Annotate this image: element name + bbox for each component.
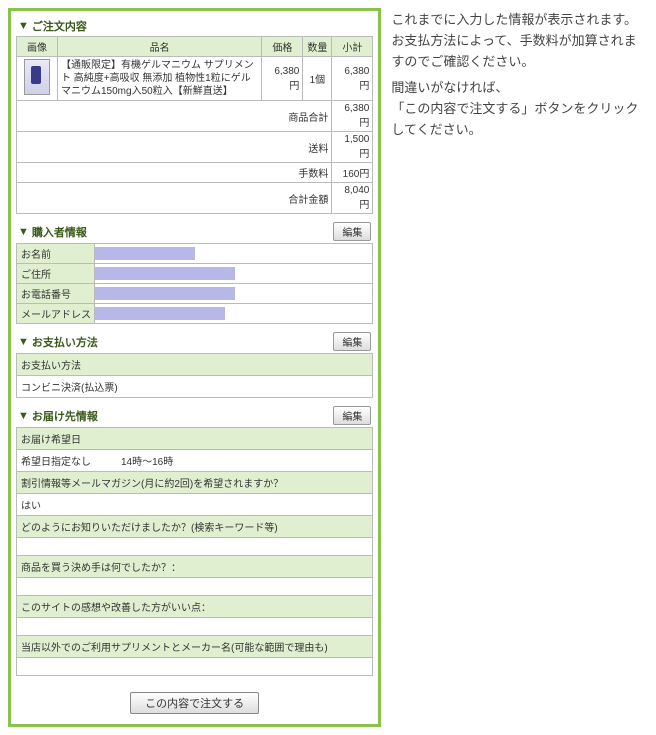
payment-label: お支払い方法	[17, 354, 373, 376]
product-subtotal: 6,380円	[332, 57, 373, 101]
total-value: 8,040円	[332, 183, 373, 214]
buyer-label: お電話番号	[17, 284, 95, 304]
delivery-a4	[17, 618, 373, 636]
delivery-q4: このサイトの感想や改善した方がいい点：	[17, 596, 373, 618]
col-qty: 数量	[303, 37, 332, 57]
submit-row: この内容で注文する	[16, 682, 373, 714]
edit-payment-button[interactable]: 編集	[333, 332, 371, 351]
buyer-label: ご住所	[17, 264, 95, 284]
product-price: 6,380円	[262, 57, 303, 101]
col-name: 品名	[58, 37, 262, 57]
buyer-section: ▼購入者情報 編集 お名前 ご住所 お電話番号 メールアドレス	[16, 220, 373, 324]
delivery-section-title: お届け先情報	[32, 408, 98, 424]
side-p2: お支払方法によって、手数料が加算されますのでご確認ください。	[391, 31, 648, 73]
delivery-q5: 当店以外でのご利用サプリメントとメーカー名(可能な範囲で理由も)	[17, 636, 373, 658]
side-p1: これまでに入力した情報が表示されます。	[391, 10, 648, 31]
delivery-q2: どのようにお知りいただけましたか？(検索キーワード等)	[17, 516, 373, 538]
total-label: 送料	[17, 132, 332, 163]
total-label: 手数料	[17, 163, 332, 183]
masked-value	[95, 287, 235, 300]
delivery-a5	[17, 658, 373, 676]
payment-section: ▼お支払い方法編集 お支払い方法 コンビニ決済(払込票)	[16, 330, 373, 398]
side-p3: 間違いがなければ、	[391, 78, 648, 99]
col-image: 画像	[17, 37, 58, 57]
order-confirm-panel: ▼ご注文内容 画像 品名 価格 数量 小計 【通販限定】有機ゲルマニウム サプリ…	[8, 8, 381, 727]
table-row: 【通販限定】有機ゲルマニウム サプリメント 高純度+高吸収 無添加 植物性1粒に…	[17, 57, 373, 101]
payment-section-title: お支払い方法	[32, 334, 98, 350]
side-help: これまでに入力した情報が表示されます。 お支払方法によって、手数料が加算されます…	[391, 8, 648, 727]
delivery-date-label: お届け希望日	[17, 428, 373, 450]
order-section: ▼ご注文内容 画像 品名 価格 数量 小計 【通販限定】有機ゲルマニウム サプリ…	[16, 16, 373, 214]
submit-order-button[interactable]: この内容で注文する	[130, 692, 259, 714]
product-thumb	[24, 59, 50, 95]
buyer-table: お名前 ご住所 お電話番号 メールアドレス	[16, 243, 373, 324]
col-subtotal: 小計	[332, 37, 373, 57]
edit-delivery-button[interactable]: 編集	[333, 406, 371, 425]
product-name: 【通販限定】有機ゲルマニウム サプリメント 高純度+高吸収 無添加 植物性1粒に…	[58, 57, 262, 101]
col-price: 価格	[262, 37, 303, 57]
order-table: 画像 品名 価格 数量 小計 【通販限定】有機ゲルマニウム サプリメント 高純度…	[16, 36, 373, 214]
triangle-icon: ▼	[18, 410, 29, 422]
buyer-section-title: 購入者情報	[32, 224, 87, 240]
triangle-icon: ▼	[18, 226, 29, 238]
payment-table: お支払い方法 コンビニ決済(払込票)	[16, 353, 373, 398]
delivery-a2	[17, 538, 373, 556]
total-value: 6,380円	[332, 101, 373, 132]
total-value: 160円	[332, 163, 373, 183]
delivery-a3	[17, 578, 373, 596]
delivery-section: ▼お届け先情報 編集 お届け希望日 希望日指定なし 14時～16時 割引情報等メー…	[16, 404, 373, 676]
buyer-label: お名前	[17, 244, 95, 264]
delivery-table: お届け希望日 希望日指定なし 14時～16時 割引情報等メールマガジン(月に約2…	[16, 427, 373, 676]
product-qty: 1個	[303, 57, 332, 101]
total-value: 1,500円	[332, 132, 373, 163]
triangle-icon: ▼	[18, 20, 29, 32]
delivery-q3: 商品を買う決め手は何でしたか？：	[17, 556, 373, 578]
delivery-a1: はい	[17, 494, 373, 516]
order-section-title: ご注文内容	[32, 18, 87, 34]
side-p4: 「この内容で注文する」ボタンをクリックしてください。	[391, 99, 648, 141]
triangle-icon: ▼	[18, 336, 29, 348]
masked-value	[95, 247, 195, 260]
total-label: 商品合計	[17, 101, 332, 132]
delivery-q1: 割引情報等メールマガジン(月に約2回)を希望されますか？	[17, 472, 373, 494]
masked-value	[95, 307, 225, 320]
masked-value	[95, 267, 235, 280]
delivery-date-value: 希望日指定なし 14時～16時	[17, 450, 373, 472]
payment-value: コンビニ決済(払込票)	[17, 376, 373, 398]
edit-buyer-button[interactable]: 編集	[333, 222, 371, 241]
buyer-label: メールアドレス	[17, 304, 95, 324]
total-label: 合計金額	[17, 183, 332, 214]
